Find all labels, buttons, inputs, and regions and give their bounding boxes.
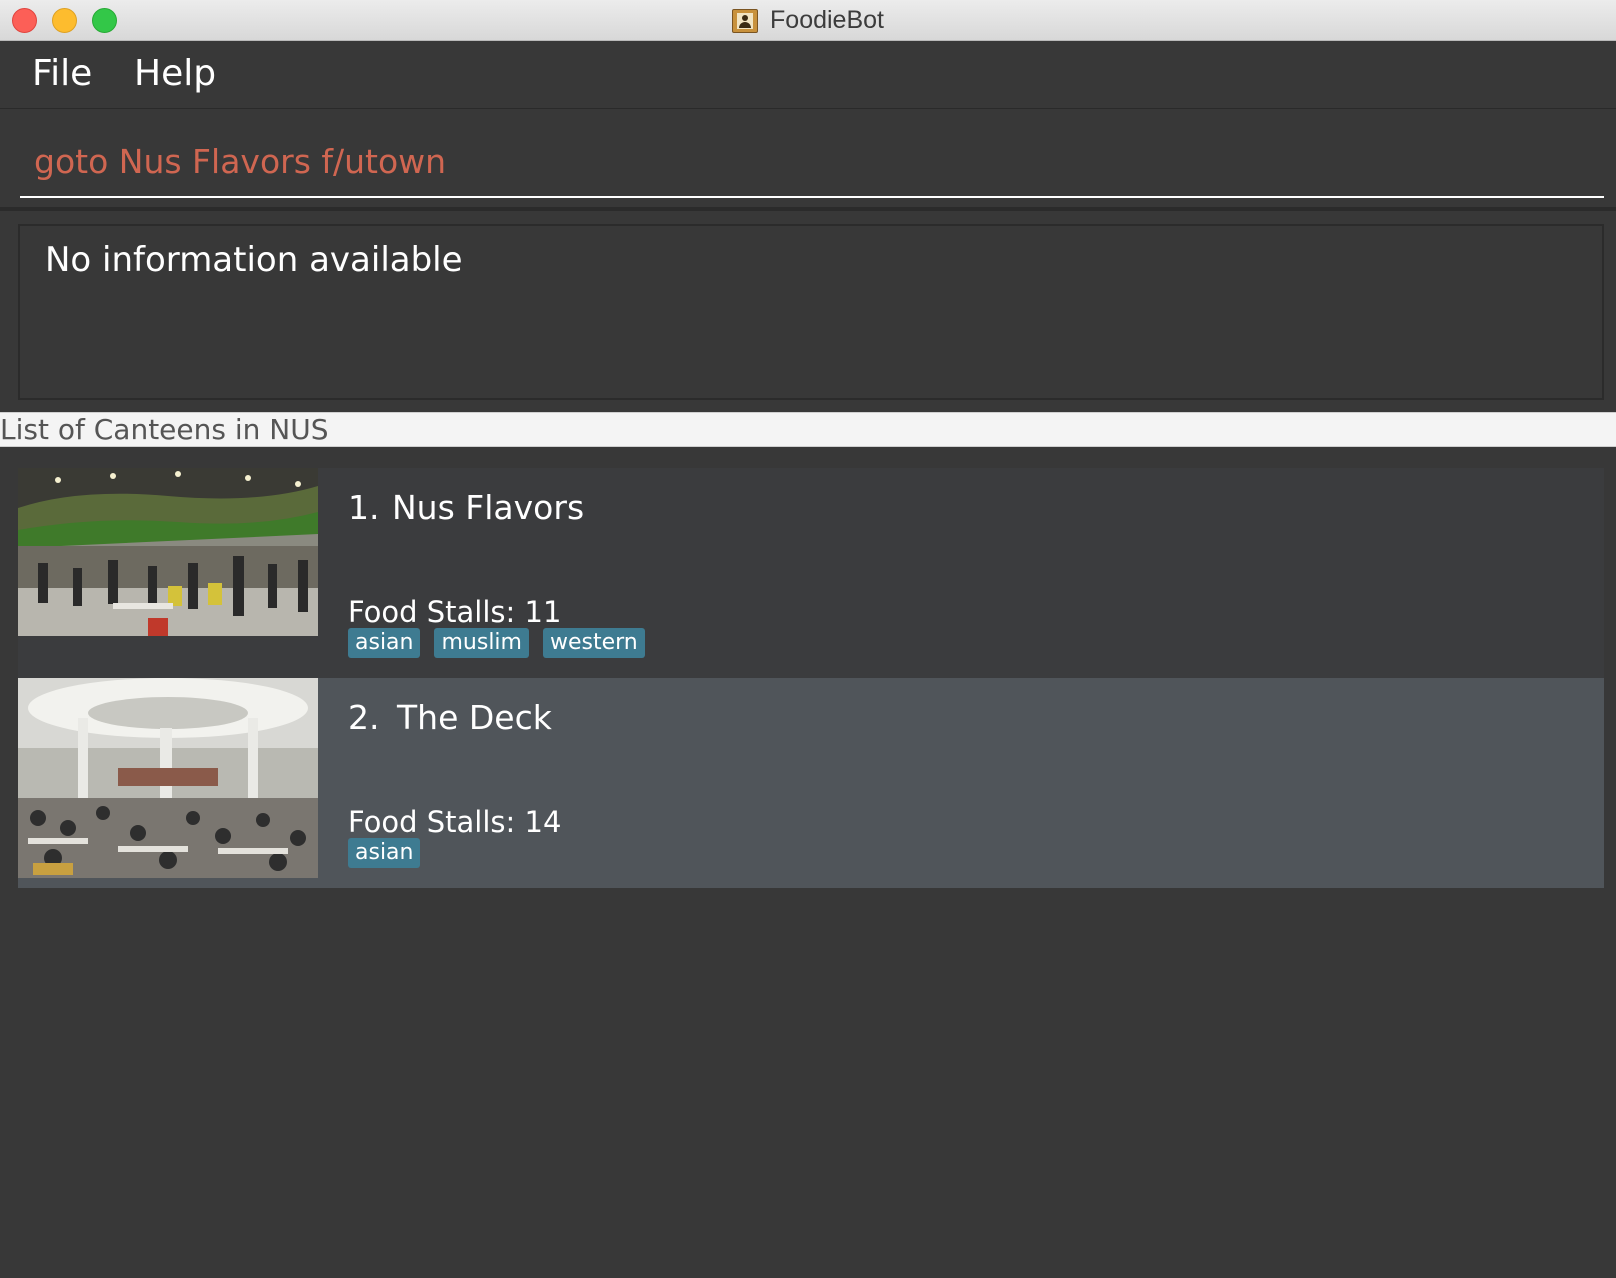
canteen-card-selected[interactable]: 2. The Deck Food Stalls: 14 asian — [18, 678, 1604, 888]
tag-asian: asian — [348, 628, 421, 658]
tag-asian: asian — [348, 838, 421, 868]
canteen-list-title: List of Canteens in NUS — [0, 413, 329, 446]
result-display: No information available — [18, 224, 1604, 400]
tag-muslim: muslim — [434, 628, 529, 658]
result-text: No information available — [45, 240, 463, 280]
canteen-tags: asian — [348, 838, 421, 868]
canteen-tags: asian muslim western — [348, 628, 645, 658]
menu-bar: File Help — [0, 41, 1616, 109]
title-bar: FoodieBot — [0, 0, 1616, 41]
canteen-name: The Deck — [397, 698, 552, 737]
window-title: FoodieBot — [770, 6, 884, 34]
title-wrap: FoodieBot — [0, 0, 1616, 41]
foodiebot-window: FoodieBot File Help No information avail… — [0, 0, 1616, 1278]
canteen-index: 1. — [348, 488, 380, 527]
menu-help[interactable]: Help — [134, 53, 216, 94]
canteen-card[interactable]: 1. Nus Flavors Food Stalls: 11 asian mus… — [18, 468, 1604, 678]
canteen-food-stalls: Food Stalls: 14 — [348, 805, 562, 839]
canteen-index: 2. — [348, 698, 380, 737]
command-box — [0, 110, 1616, 211]
canteen-list-header: List of Canteens in NUS — [0, 412, 1616, 447]
tag-western: western — [542, 628, 645, 658]
contacts-book-icon — [732, 8, 759, 33]
menu-file[interactable]: File — [32, 53, 92, 94]
canteen-photo — [18, 468, 318, 636]
canteen-food-stalls: Food Stalls: 11 — [348, 595, 562, 629]
command-input[interactable] — [20, 126, 1604, 198]
canteen-name: Nus Flavors — [392, 488, 585, 527]
canteen-photo — [18, 678, 318, 878]
